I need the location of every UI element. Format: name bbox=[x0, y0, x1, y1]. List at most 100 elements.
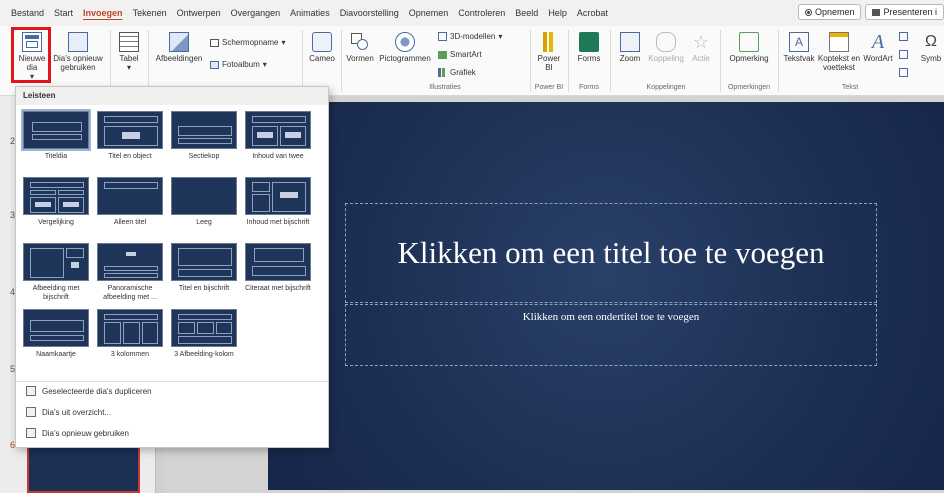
photo-album-button[interactable]: Fotoalbum ▾ bbox=[210, 60, 267, 69]
wordart-icon: A bbox=[871, 31, 885, 53]
reuse-slides-action[interactable]: Dia's opnieuw gebruiken bbox=[26, 428, 129, 438]
screenshot-button[interactable]: Schermopname ▾ bbox=[210, 38, 286, 47]
separator bbox=[568, 30, 569, 92]
table-button[interactable]: Tabel ▾ bbox=[114, 32, 144, 72]
group-links: Koppelingen bbox=[646, 84, 686, 91]
icons-button[interactable]: Pictogrammen bbox=[378, 32, 432, 63]
layout-thumbnail bbox=[23, 177, 89, 215]
menu-help[interactable]: Help bbox=[543, 0, 572, 26]
cube-icon bbox=[438, 32, 447, 41]
layout-sectiekop[interactable]: Sectiekop bbox=[170, 111, 238, 161]
layout-thumbnail bbox=[97, 111, 163, 149]
chevron-down-icon: ▾ bbox=[262, 60, 267, 69]
link-button[interactable]: Koppeling bbox=[648, 32, 684, 63]
menu-ontwerpen[interactable]: Ontwerpen bbox=[172, 0, 226, 26]
textbox-button[interactable]: A Tekstvak bbox=[782, 32, 816, 63]
menu-invoegen[interactable]: Invoegen bbox=[78, 0, 128, 26]
selected-slide-thumbnail[interactable] bbox=[27, 443, 140, 493]
layout-inhoud-met-bijschrift[interactable]: Inhoud met bijschrift bbox=[244, 177, 312, 227]
reuse-slides-button[interactable]: Dia's opnieuw gebruiken bbox=[50, 32, 106, 72]
symbols-button[interactable]: Ω Symb bbox=[918, 32, 944, 63]
chevron-down-icon: ▾ bbox=[126, 63, 131, 72]
layout-3-kolommen[interactable]: 3 kolommen bbox=[96, 309, 164, 359]
menu-bar: Bestand Start Invoegen Tekenen Ontwerpen… bbox=[0, 0, 944, 26]
subtitle-placeholder[interactable]: Klikken om een ondertitel toe te voegen bbox=[345, 304, 877, 366]
outline-icon bbox=[26, 407, 36, 417]
separator bbox=[720, 30, 721, 92]
title-placeholder[interactable]: Klikken om een titel toe te voegen bbox=[345, 203, 877, 303]
layout-alleen-titel[interactable]: Alleen titel bbox=[96, 177, 164, 227]
menu-diavoorstelling[interactable]: Diavoorstelling bbox=[335, 0, 404, 26]
separator bbox=[341, 30, 342, 92]
layout-titel-en-object[interactable]: Titel en object bbox=[96, 111, 164, 161]
record-icon bbox=[804, 8, 812, 16]
layout-naamkaartje[interactable]: Naamkaartje bbox=[22, 309, 90, 359]
present-icon bbox=[872, 8, 881, 16]
separator bbox=[110, 30, 111, 92]
layout-thumbnail bbox=[171, 177, 237, 215]
table-icon bbox=[119, 32, 139, 52]
layout-thumbnail bbox=[97, 243, 163, 281]
slides-from-outline-action[interactable]: Dia's uit overzicht... bbox=[26, 407, 111, 417]
subtitle-placeholder-text: Klikken om een ondertitel toe te voegen bbox=[522, 311, 700, 323]
forms-button[interactable]: Forms bbox=[572, 32, 606, 63]
dropdown-header: Leisteen bbox=[16, 87, 328, 105]
menu-overgangen[interactable]: Overgangen bbox=[226, 0, 286, 26]
image-icon bbox=[169, 32, 189, 52]
menu-beeld[interactable]: Beeld bbox=[510, 0, 543, 26]
action-button[interactable]: ☆ Actie bbox=[686, 32, 716, 63]
group-text: Tekst bbox=[841, 84, 859, 91]
powerbi-icon bbox=[539, 32, 559, 52]
3d-models-button[interactable]: 3D-modellen ▾ bbox=[438, 32, 502, 41]
layout-panoramische-afbeelding[interactable]: Panoramische afbeelding met ... bbox=[96, 243, 164, 302]
group-forms: Forms bbox=[579, 84, 599, 91]
layout-titeldia[interactable]: Titeldia bbox=[21, 109, 91, 161]
layout-leeg[interactable]: Leeg bbox=[170, 177, 238, 227]
layout-thumbnail bbox=[97, 177, 163, 215]
layout-titel-en-bijschrift[interactable]: Titel en bijschrift bbox=[170, 243, 238, 293]
zoom-button[interactable]: Zoom bbox=[614, 32, 646, 63]
icons-icon bbox=[395, 32, 415, 52]
date-time-icon[interactable] bbox=[899, 32, 908, 41]
header-footer-icon bbox=[829, 32, 849, 52]
layout-inhoud-van-twee[interactable]: Inhoud van twee bbox=[244, 111, 312, 161]
smartart-button[interactable]: SmartArt bbox=[438, 50, 482, 59]
layout-3-afbeelding-kolom[interactable]: 3 Afbeelding-kolom bbox=[170, 309, 238, 359]
cameo-icon bbox=[312, 32, 332, 52]
images-button[interactable]: Afbeeldingen bbox=[152, 32, 206, 63]
layout-afbeelding-met-bijschrift[interactable]: Afbeelding met bijschrift bbox=[22, 243, 90, 302]
slide-number-icon[interactable] bbox=[899, 50, 908, 59]
powerbi-button[interactable]: Power BI bbox=[534, 32, 564, 72]
menu-acrobat[interactable]: Acrobat bbox=[572, 0, 613, 26]
layout-thumbnail bbox=[171, 111, 237, 149]
menu-tekenen[interactable]: Tekenen bbox=[128, 0, 172, 26]
wordart-button[interactable]: A WordArt bbox=[862, 32, 894, 63]
present-button[interactable]: Presenteren i bbox=[865, 4, 944, 20]
new-slide-dropdown: Leisteen Titeldia Titel en object Sectie… bbox=[15, 86, 329, 448]
layout-vergelijking[interactable]: Vergelijking bbox=[22, 177, 90, 227]
layout-thumbnail bbox=[23, 243, 89, 281]
new-slide-highlight bbox=[11, 27, 51, 83]
layout-citeraat-met-bijschrift[interactable]: Citeraat met bijschrift bbox=[244, 243, 312, 293]
shapes-button[interactable]: Vormen bbox=[345, 32, 375, 63]
cameo-button[interactable]: Cameo bbox=[306, 32, 338, 63]
object-icon[interactable] bbox=[899, 68, 908, 77]
record-button[interactable]: Opnemen bbox=[797, 4, 862, 20]
reuse-slides-icon bbox=[68, 32, 88, 52]
chart-icon bbox=[438, 68, 447, 77]
header-footer-button[interactable]: Koptekst en voettekst bbox=[816, 32, 862, 72]
menu-animaties[interactable]: Animaties bbox=[285, 0, 335, 26]
menu-bestand[interactable]: Bestand bbox=[6, 0, 49, 26]
chart-button[interactable]: Grafiek bbox=[438, 68, 476, 77]
dropdown-divider bbox=[16, 381, 328, 382]
layout-thumbnail bbox=[171, 309, 237, 347]
zoom-icon bbox=[620, 32, 640, 52]
duplicate-slides-action[interactable]: Geselecteerde dia's dupliceren bbox=[26, 386, 152, 396]
comment-button[interactable]: Opmerking bbox=[724, 32, 774, 63]
menu-controleren[interactable]: Controleren bbox=[453, 0, 510, 26]
reuse-icon bbox=[26, 428, 36, 438]
group-comments: Opmerkingen bbox=[727, 84, 771, 91]
omega-icon: Ω bbox=[925, 33, 937, 50]
menu-start[interactable]: Start bbox=[49, 0, 78, 26]
menu-opnemen[interactable]: Opnemen bbox=[404, 0, 454, 26]
